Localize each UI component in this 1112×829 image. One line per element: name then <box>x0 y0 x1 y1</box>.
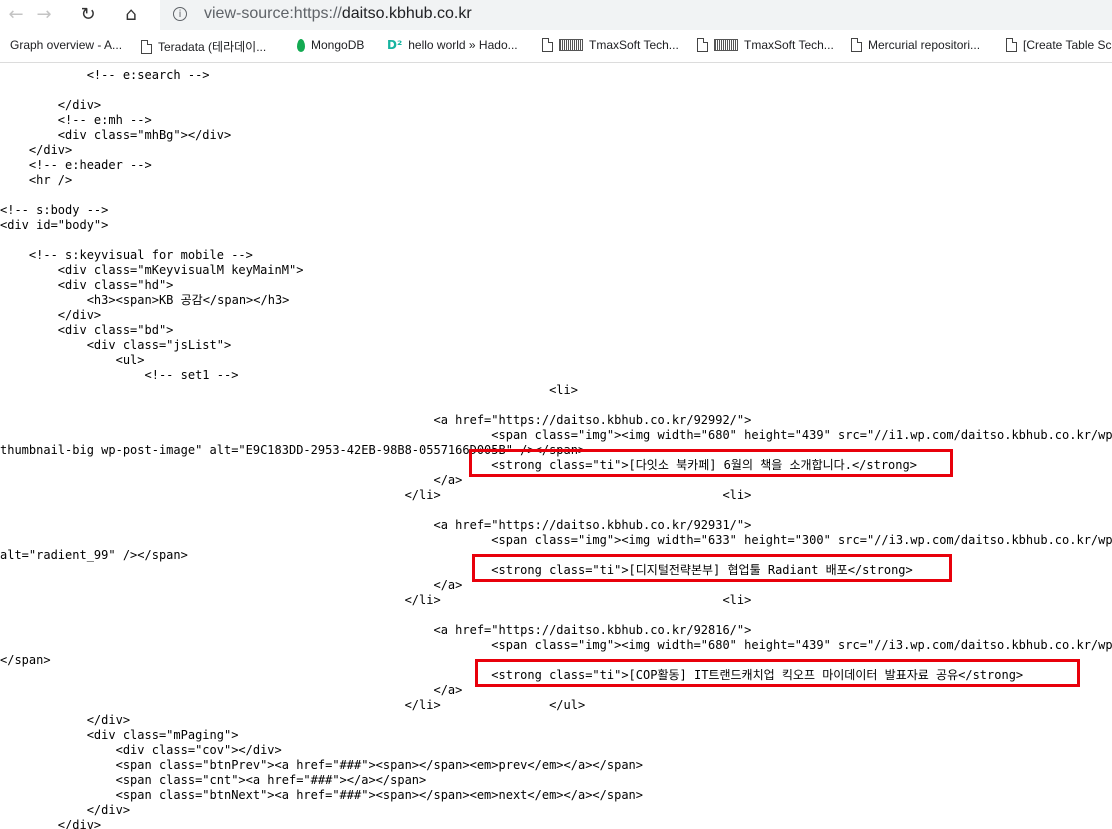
browser-toolbar: ← → ↻ ⌂ i view-source:https://daitso.kbh… <box>0 0 1112 32</box>
source-line: <span class="img"><img width="633" heigh… <box>0 533 1112 547</box>
back-button[interactable]: ← <box>2 2 30 28</box>
source-line: <a href="https://daitso.kbhub.co.kr/9293… <box>0 518 752 532</box>
tmax-icon <box>559 39 583 51</box>
bookmark-item[interactable]: D² hello world » Hado... <box>387 38 518 52</box>
source-line: </a> <box>0 683 463 697</box>
bookmark-item[interactable]: Mercurial repositori... <box>851 38 980 52</box>
page-icon <box>542 38 553 52</box>
forward-button[interactable]: → <box>30 2 58 28</box>
bookmark-item[interactable]: Teradata (테라데이... <box>141 38 266 55</box>
highlight-box <box>475 659 1080 687</box>
source-line: <div class="jsList"> <box>0 338 232 352</box>
mongodb-leaf-icon <box>297 38 305 52</box>
forward-arrow-icon: → <box>36 4 52 25</box>
source-line: <div class="bd"> <box>0 323 174 337</box>
source-line: <a href="https://daitso.kbhub.co.kr/9281… <box>0 623 752 637</box>
source-line: <!-- s:keyvisual for mobile --> <box>0 248 253 262</box>
reload-icon: ↻ <box>80 4 96 25</box>
page-source-view[interactable]: <!-- e:search --> </div> <!-- e:mh --> <… <box>0 63 1112 829</box>
source-line: </div> <box>0 308 102 322</box>
reload-button[interactable]: ↻ <box>74 2 102 28</box>
source-line: </div> <box>0 818 102 829</box>
source-line: </div> <box>0 98 102 112</box>
highlight-box <box>469 449 953 477</box>
bookmark-item[interactable]: MongoDB <box>297 38 364 52</box>
source-line: <div class="cov"></div> <box>0 743 282 757</box>
source-line: <span class="btnPrev"><a href="###"><spa… <box>0 758 643 772</box>
address-bar[interactable]: i view-source:https://daitso.kbhub.co.kr <box>160 0 1112 30</box>
source-line: <div class="mhBg"></div> <box>0 128 232 142</box>
source-line: <div id="body"> <box>0 218 109 232</box>
bookmark-label: MongoDB <box>311 38 365 52</box>
source-line: <span class="btnNext"><a href="###"><spa… <box>0 788 643 802</box>
source-line: <!-- set1 --> <box>0 368 239 382</box>
source-line: <div class="hd"> <box>0 278 174 292</box>
source-line: <div class="mPaging"> <box>0 728 239 742</box>
source-line: </div> <box>0 803 131 817</box>
source-line: <h3><span>KB 공감</span></h3> <box>0 293 290 307</box>
source-line: </span> <box>0 653 51 667</box>
page-icon <box>141 39 152 54</box>
source-line: <span class="img"><img width="680" heigh… <box>0 428 1112 442</box>
page-icon <box>697 38 708 52</box>
home-icon: ⌂ <box>125 4 137 25</box>
home-button[interactable]: ⌂ <box>117 2 145 28</box>
url-text[interactable]: view-source:https://daitso.kbhub.co.kr <box>204 5 472 23</box>
d2-icon: D² <box>387 38 403 52</box>
source-line: <span class="cnt"><a href="###"></a></sp… <box>0 773 427 787</box>
bookmark-item[interactable]: TmaxSoft Tech... <box>697 38 834 52</box>
bookmark-label: Graph overview - A... <box>10 38 123 52</box>
bookmark-label: TmaxSoft Tech... <box>589 38 679 52</box>
bookmark-item[interactable]: [Create Table Sc <box>1006 38 1112 52</box>
site-info-icon[interactable]: i <box>173 7 187 21</box>
source-line: </div> <box>0 713 131 727</box>
bookmark-label: TmaxSoft Tech... <box>744 38 834 52</box>
source-line: </li> <li> <box>0 488 752 502</box>
source-line: </li> <li> <box>0 593 752 607</box>
highlight-box <box>472 554 952 582</box>
tmax-icon <box>714 39 738 51</box>
page-icon <box>1006 38 1017 52</box>
source-line: alt="radient_99" /></span> <box>0 548 188 562</box>
source-line: <hr /> <box>0 173 73 187</box>
source-line: </li> </ul> <box>0 698 586 712</box>
bookmark-label: hello world » Hado... <box>408 38 518 52</box>
bookmark-label: Teradata (테라데이... <box>158 40 267 54</box>
bookmarks-bar: Graph overview - A... Teradata (테라데이... … <box>0 32 1112 63</box>
source-line: <!-- e:header --> <box>0 158 152 172</box>
source-line: </a> <box>0 473 463 487</box>
source-line: <ul> <box>0 353 145 367</box>
page-icon <box>851 38 862 52</box>
back-arrow-icon: ← <box>8 4 24 25</box>
source-line: <li> <box>0 383 578 397</box>
source-line: <div class="mKeyvisualM keyMainM"> <box>0 263 304 277</box>
source-line: <!-- e:mh --> <box>0 113 152 127</box>
source-line: <span class="img"><img width="680" heigh… <box>0 638 1112 652</box>
source-line: <!-- e:search --> <box>0 68 210 82</box>
bookmark-label: [Create Table Sc <box>1023 38 1112 52</box>
url-host: daitso.kbhub.co.kr <box>341 5 472 22</box>
source-line: <a href="https://daitso.kbhub.co.kr/9299… <box>0 413 752 427</box>
source-line: <!-- s:body --> <box>0 203 109 217</box>
url-prefix: view-source:https:// <box>204 5 342 22</box>
source-line: </a> <box>0 578 463 592</box>
bookmark-item[interactable]: TmaxSoft Tech... <box>542 38 679 52</box>
bookmark-item[interactable]: Graph overview - A... <box>10 38 122 52</box>
source-line: </div> <box>0 143 73 157</box>
bookmark-label: Mercurial repositori... <box>868 38 981 52</box>
